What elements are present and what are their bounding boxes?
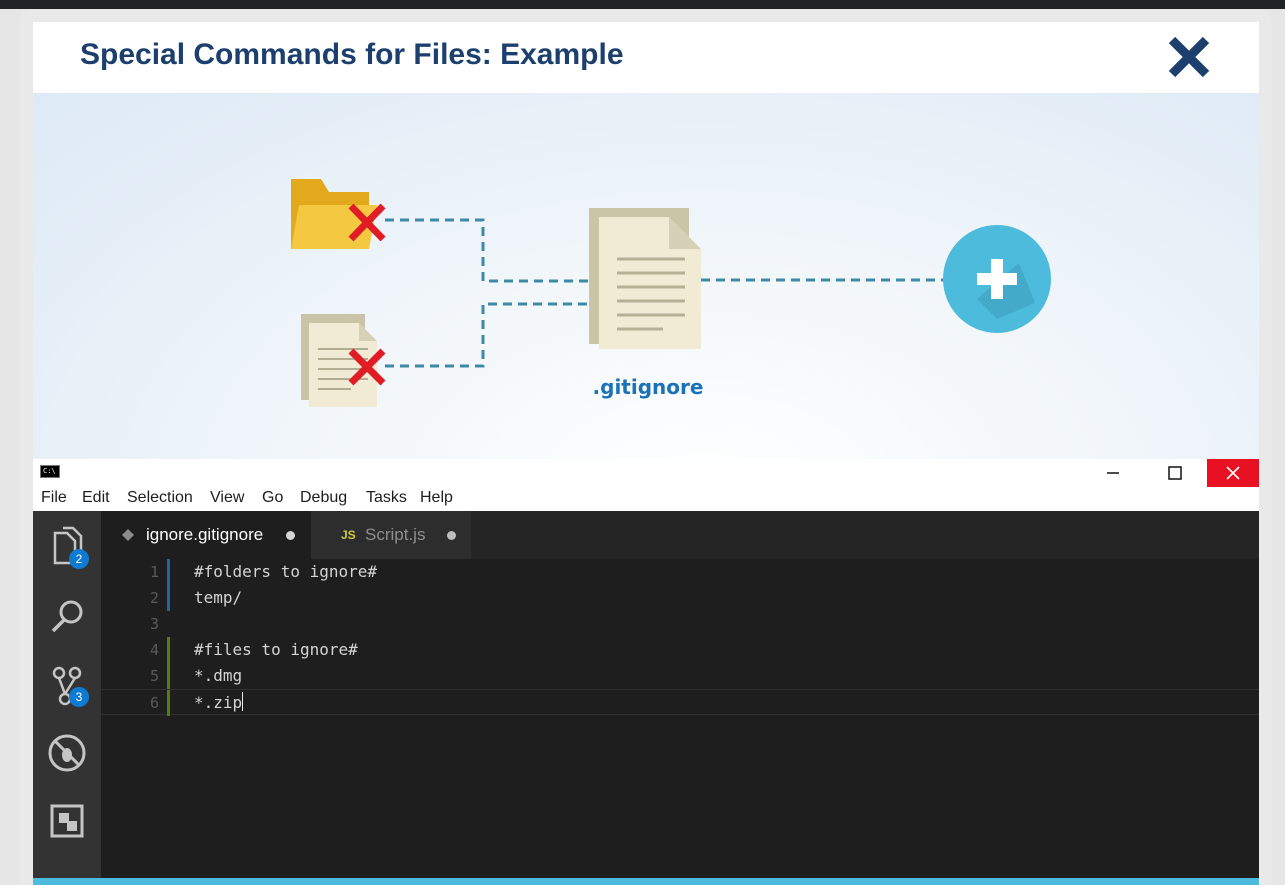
maximize-button[interactable]: [1149, 459, 1201, 487]
menu-debug[interactable]: Debug: [300, 489, 347, 507]
page-title: Special Commands for Files: Example: [80, 38, 624, 71]
line-number: 2: [149, 589, 159, 607]
close-x-icon[interactable]: [1166, 34, 1212, 80]
unsaved-dot-icon: [286, 531, 295, 540]
gitignore-file-icon: [589, 208, 701, 349]
line-number: 6: [149, 694, 159, 712]
menu-help[interactable]: Help: [420, 489, 453, 507]
modified-gutter: [167, 585, 170, 611]
menu-bar: File Edit Selection View Go Debug Tasks …: [33, 487, 1259, 511]
text-caret: [242, 692, 244, 711]
editor-tabs: ignore.gitignore JS Script.js: [101, 511, 1259, 559]
add-plus-icon: [943, 225, 1051, 333]
activity-bar: 2 3: [33, 511, 101, 885]
gitignore-label: .gitignore: [592, 375, 704, 399]
gitignore-diamond-icon: [122, 529, 134, 541]
code-line: 5 *.dmg: [101, 663, 1259, 689]
code-text-with-caret: *.zip: [194, 690, 244, 716]
source-control-badge: 3: [69, 687, 89, 707]
window-close-button[interactable]: [1207, 459, 1259, 487]
menu-file[interactable]: File: [41, 489, 67, 507]
unsaved-dot-icon: [447, 531, 456, 540]
console-app-icon: C:\: [40, 465, 60, 478]
vscode-window: C:\ File Edit Selection View Go Debug Ta…: [33, 459, 1259, 885]
line-number: 1: [149, 563, 159, 581]
extensions-icon[interactable]: [43, 797, 91, 845]
menu-go[interactable]: Go: [262, 489, 283, 507]
added-gutter: [167, 690, 170, 716]
menu-selection[interactable]: Selection: [127, 489, 193, 507]
code-text: *.dmg: [194, 666, 243, 685]
line-number: 5: [149, 667, 159, 685]
panel-header: Special Commands for Files: Example: [33, 22, 1259, 93]
code-line: 1 #folders to ignore#: [101, 559, 1259, 585]
tab-label: Script.js: [365, 525, 426, 544]
line-number: 4: [149, 641, 159, 659]
tab-label: ignore.gitignore: [146, 525, 264, 544]
explorer-badge: 2: [69, 549, 89, 569]
top-bar: [0, 0, 1285, 9]
code-text: *.zip: [194, 693, 243, 712]
source-control-icon[interactable]: 3: [43, 661, 91, 709]
code-line: 2 temp/: [101, 585, 1259, 611]
window-titlebar: C:\: [33, 459, 1259, 487]
current-code-line: 6 *.zip: [101, 689, 1259, 716]
tab-ignore-gitignore[interactable]: ignore.gitignore: [101, 511, 311, 559]
explorer-files-icon[interactable]: 2: [43, 523, 91, 571]
minimize-button[interactable]: [1087, 459, 1139, 487]
debug-icon[interactable]: [43, 729, 91, 777]
gitignore-diagram: .gitignore: [33, 93, 1259, 459]
folder-icon: [291, 179, 377, 249]
code-editor[interactable]: 1 #folders to ignore# 2 temp/ 3 4 #files…: [101, 559, 1259, 885]
modified-gutter: [167, 559, 170, 585]
code-text: #folders to ignore#: [194, 562, 378, 581]
search-icon[interactable]: [43, 593, 91, 641]
added-gutter: [167, 663, 170, 689]
lesson-panel: Special Commands for Files: Example .git…: [33, 22, 1259, 885]
bottom-accent-bar: [33, 878, 1259, 885]
code-text: temp/: [194, 588, 243, 607]
code-text: #files to ignore#: [194, 640, 358, 659]
menu-edit[interactable]: Edit: [82, 489, 110, 507]
tab-script-js[interactable]: JS Script.js: [311, 511, 471, 559]
code-line: 4 #files to ignore#: [101, 637, 1259, 663]
line-number: 3: [149, 615, 159, 633]
document-icon: [301, 314, 377, 407]
menu-tasks[interactable]: Tasks: [366, 489, 407, 507]
js-file-icon: JS: [341, 528, 356, 542]
menu-view[interactable]: View: [210, 489, 244, 507]
added-gutter: [167, 637, 170, 663]
code-line: 3: [101, 611, 1259, 637]
